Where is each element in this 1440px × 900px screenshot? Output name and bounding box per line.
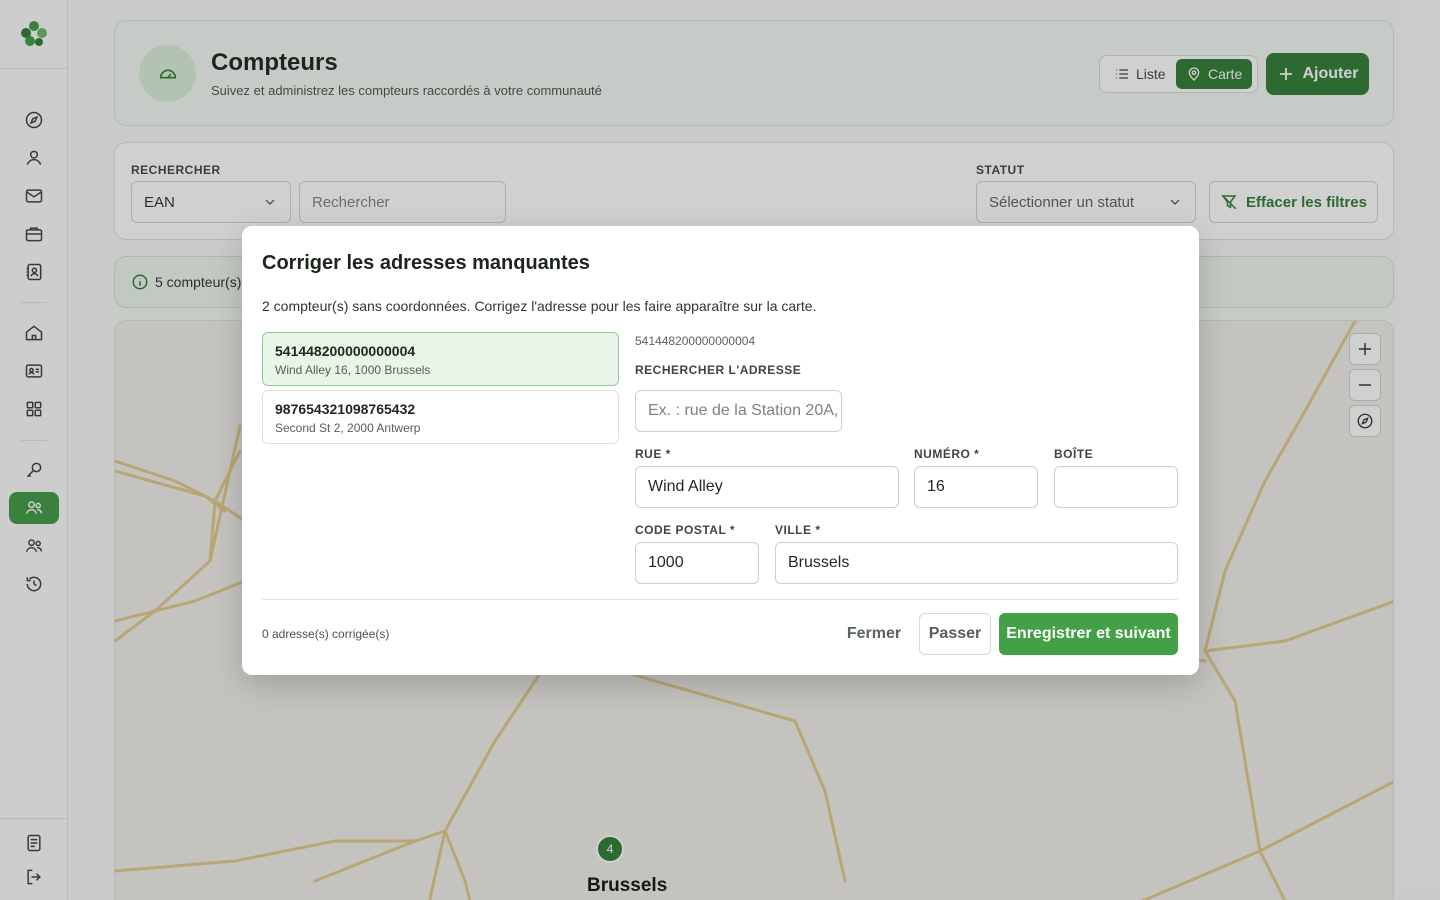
address-search-label: RECHERCHER L'ADRESSE	[635, 363, 802, 377]
fix-addresses-modal: Corriger les adresses manquantes 2 compt…	[242, 226, 1199, 675]
meter-ean: 987654321098765432	[275, 401, 416, 417]
save-next-button[interactable]: Enregistrer et suivant	[999, 613, 1178, 655]
city-label: VILLE *	[775, 523, 821, 537]
number-input[interactable]: 16	[914, 466, 1038, 508]
postal-code-label: CODE POSTAL *	[635, 523, 736, 537]
close-button[interactable]: Fermer	[839, 613, 909, 655]
street-input[interactable]: Wind Alley	[635, 466, 899, 508]
postal-code-input[interactable]: 1000	[635, 542, 759, 584]
meter-address: Wind Alley 16, 1000 Brussels	[275, 363, 431, 377]
city-input[interactable]: Brussels	[775, 542, 1178, 584]
meter-list-item[interactable]: 541448200000000004 Wind Alley 16, 1000 B…	[262, 332, 619, 386]
meter-address: Second St 2, 2000 Antwerp	[275, 421, 421, 435]
box-input[interactable]	[1054, 466, 1178, 508]
street-label: RUE *	[635, 447, 671, 461]
modal-divider	[262, 599, 1178, 600]
modal-title: Corriger les adresses manquantes	[262, 252, 590, 274]
number-label: NUMÉRO *	[914, 447, 980, 461]
address-search-input[interactable]: Ex. : rue de la Station 20A,	[635, 390, 842, 432]
meter-ean: 541448200000000004	[275, 343, 416, 359]
meter-list-item[interactable]: 987654321098765432 Second St 2, 2000 Ant…	[262, 390, 619, 444]
fixed-count: 0 adresse(s) corrigée(s)	[262, 627, 390, 641]
skip-button[interactable]: Passer	[919, 613, 991, 655]
modal-description: 2 compteur(s) sans coordonnées. Corrigez…	[262, 298, 817, 314]
selected-meter-ean: 541448200000000004	[635, 334, 756, 348]
box-label: BOÎTE	[1054, 447, 1094, 461]
